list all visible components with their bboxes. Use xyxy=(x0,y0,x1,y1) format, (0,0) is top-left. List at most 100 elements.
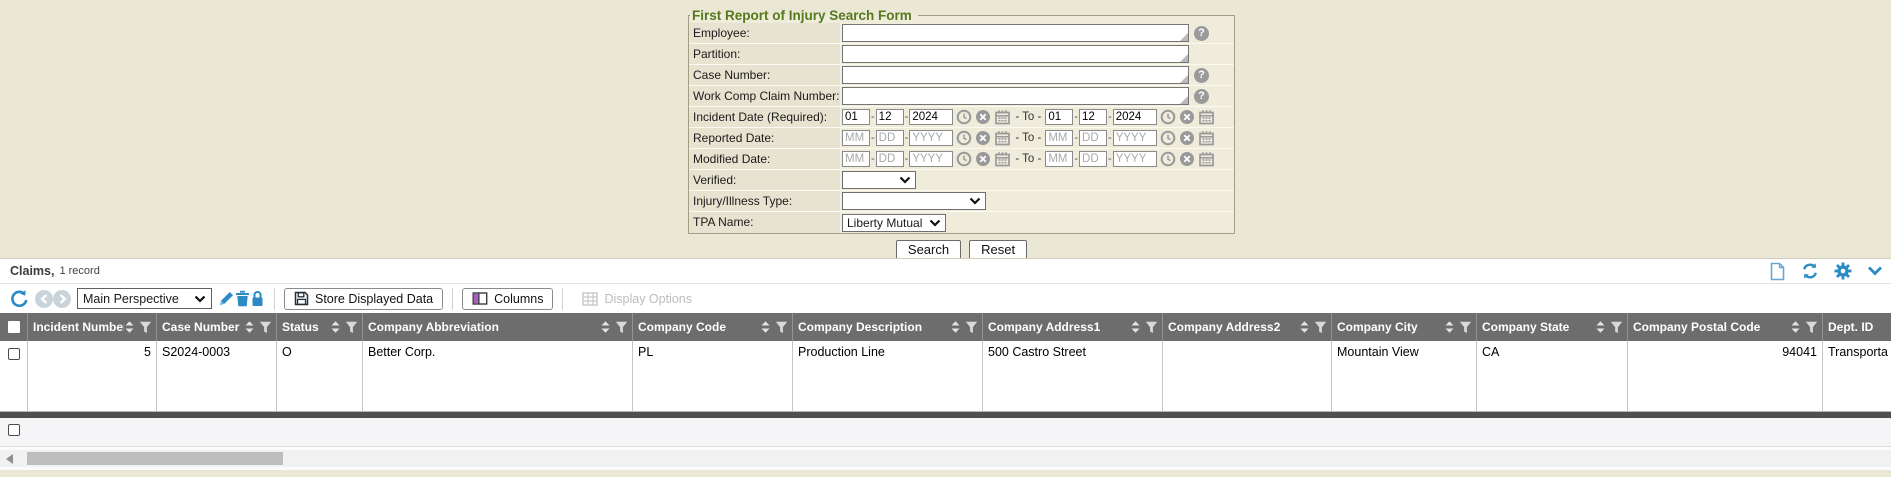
clock-icon[interactable] xyxy=(956,130,972,146)
help-icon[interactable]: ? xyxy=(1194,89,1209,104)
columns-button[interactable]: Columns xyxy=(462,288,553,310)
incident-from-day-input[interactable] xyxy=(876,109,904,125)
modified-from-day-input[interactable] xyxy=(876,151,904,167)
row-checkbox[interactable] xyxy=(0,341,28,411)
clear-date-icon[interactable] xyxy=(975,130,991,146)
clear-date-icon[interactable] xyxy=(1179,151,1195,167)
clear-date-icon[interactable] xyxy=(975,151,991,167)
partition-input[interactable] xyxy=(842,45,1189,63)
horizontal-scrollbar[interactable] xyxy=(0,450,1891,467)
incident-from-month-input[interactable] xyxy=(842,109,870,125)
clock-icon[interactable] xyxy=(956,109,972,125)
sort-icon[interactable] xyxy=(244,320,255,334)
filter-icon[interactable] xyxy=(1805,321,1818,334)
work-comp-claim-input[interactable] xyxy=(842,87,1189,105)
column-header-incident-number[interactable]: Incident Number xyxy=(28,313,157,341)
clear-date-icon[interactable] xyxy=(1179,130,1195,146)
edit-pencil-icon[interactable] xyxy=(218,290,235,307)
column-header-company-description[interactable]: Company Description xyxy=(793,313,983,341)
table-row[interactable]: 5 S2024-0003 O Better Corp. PL Productio… xyxy=(0,341,1891,412)
refresh-icon[interactable] xyxy=(1801,262,1819,280)
filter-icon[interactable] xyxy=(1145,321,1158,334)
filter-icon[interactable] xyxy=(139,321,152,334)
reported-to-month-input[interactable] xyxy=(1045,130,1073,146)
sort-icon[interactable] xyxy=(1444,320,1455,334)
lock-icon[interactable] xyxy=(250,290,265,307)
sort-icon[interactable] xyxy=(1790,320,1801,334)
new-document-icon[interactable] xyxy=(1769,262,1786,281)
reported-from-day-input[interactable] xyxy=(876,130,904,146)
next-perspective-button[interactable] xyxy=(53,290,71,308)
reported-from-year-input[interactable] xyxy=(909,130,953,146)
footer-checkbox[interactable] xyxy=(8,424,20,436)
reset-button[interactable]: Reset xyxy=(969,240,1027,260)
incident-to-day-input[interactable] xyxy=(1079,109,1107,125)
clock-icon[interactable] xyxy=(956,151,972,167)
scroll-left-arrow-icon[interactable] xyxy=(6,454,13,464)
incident-from-year-input[interactable] xyxy=(909,109,953,125)
help-icon[interactable]: ? xyxy=(1194,68,1209,83)
scrollbar-thumb[interactable] xyxy=(27,452,283,465)
gear-icon[interactable] xyxy=(1834,262,1852,280)
filter-icon[interactable] xyxy=(615,321,628,334)
clear-date-icon[interactable] xyxy=(1179,109,1195,125)
sort-icon[interactable] xyxy=(124,320,135,334)
chevron-down-icon[interactable] xyxy=(1867,265,1883,277)
filter-icon[interactable] xyxy=(1610,321,1623,334)
case-number-input[interactable] xyxy=(842,66,1189,84)
employee-input[interactable] xyxy=(842,24,1189,42)
filter-icon[interactable] xyxy=(259,321,272,334)
calendar-icon[interactable] xyxy=(994,151,1011,167)
clear-date-icon[interactable] xyxy=(975,109,991,125)
column-header-status[interactable]: Status xyxy=(277,313,363,341)
filter-icon[interactable] xyxy=(775,321,788,334)
previous-perspective-button[interactable] xyxy=(35,290,53,308)
modified-from-month-input[interactable] xyxy=(842,151,870,167)
sort-icon[interactable] xyxy=(600,320,611,334)
sort-icon[interactable] xyxy=(760,320,771,334)
filter-icon[interactable] xyxy=(965,321,978,334)
calendar-icon[interactable] xyxy=(1198,130,1215,146)
clock-icon[interactable] xyxy=(1160,151,1176,167)
undo-icon[interactable] xyxy=(8,289,29,309)
incident-to-year-input[interactable] xyxy=(1113,109,1157,125)
incident-to-month-input[interactable] xyxy=(1045,109,1073,125)
sort-icon[interactable] xyxy=(950,320,961,334)
filter-icon[interactable] xyxy=(345,321,358,334)
search-button[interactable]: Search xyxy=(896,240,961,260)
modified-from-year-input[interactable] xyxy=(909,151,953,167)
clock-icon[interactable] xyxy=(1160,109,1176,125)
trash-icon[interactable] xyxy=(235,290,250,307)
column-header-company-city[interactable]: Company City xyxy=(1332,313,1477,341)
reported-to-year-input[interactable] xyxy=(1113,130,1157,146)
store-displayed-data-button[interactable]: Store Displayed Data xyxy=(284,288,443,310)
sort-icon[interactable] xyxy=(1299,320,1310,334)
sort-icon[interactable] xyxy=(1130,320,1141,334)
perspective-select[interactable]: Main Perspective xyxy=(77,288,212,309)
help-icon[interactable]: ? xyxy=(1194,26,1209,41)
calendar-icon[interactable] xyxy=(1198,109,1215,125)
column-header-company-abbreviation[interactable]: Company Abbreviation xyxy=(363,313,633,341)
modified-to-day-input[interactable] xyxy=(1079,151,1107,167)
tpa-name-select[interactable]: Liberty Mutual xyxy=(842,214,946,232)
filter-icon[interactable] xyxy=(1459,321,1472,334)
clock-icon[interactable] xyxy=(1160,130,1176,146)
column-header-dept-id[interactable]: Dept. ID xyxy=(1823,313,1891,341)
sort-icon[interactable] xyxy=(330,320,341,334)
modified-to-month-input[interactable] xyxy=(1045,151,1073,167)
calendar-icon[interactable] xyxy=(1198,151,1215,167)
injury-type-select[interactable] xyxy=(842,192,986,210)
reported-from-month-input[interactable] xyxy=(842,130,870,146)
column-header-company-code[interactable]: Company Code xyxy=(633,313,793,341)
modified-to-year-input[interactable] xyxy=(1113,151,1157,167)
column-header-company-state[interactable]: Company State xyxy=(1477,313,1628,341)
column-header-company-address2[interactable]: Company Address2 xyxy=(1163,313,1332,341)
calendar-icon[interactable] xyxy=(994,130,1011,146)
column-header-case-number[interactable]: Case Number xyxy=(157,313,277,341)
verified-select[interactable] xyxy=(842,171,916,189)
select-all-checkbox[interactable] xyxy=(0,313,28,341)
sort-icon[interactable] xyxy=(1595,320,1606,334)
filter-icon[interactable] xyxy=(1314,321,1327,334)
reported-to-day-input[interactable] xyxy=(1079,130,1107,146)
column-header-company-postal-code[interactable]: Company Postal Code xyxy=(1628,313,1823,341)
